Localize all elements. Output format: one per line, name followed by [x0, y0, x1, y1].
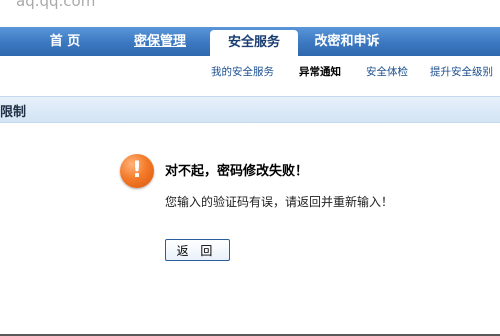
- main-nav: 首 页 密保管理 安全服务 改密和申诉: [0, 27, 500, 57]
- section-title: 限制: [0, 105, 27, 120]
- exclamation-mark: !: [131, 158, 143, 183]
- sub-link-raise-security-level[interactable]: 提升安全级别: [430, 64, 493, 79]
- back-button[interactable]: 返 回: [165, 239, 230, 261]
- error-detail: 您输入的验证码有误，请返回并重新输入！: [165, 195, 394, 209]
- exclamation-icon: !: [120, 154, 154, 188]
- error-title: 对不起，密码修改失败！: [165, 164, 309, 179]
- nav-tab-home[interactable]: 首 页: [40, 27, 90, 56]
- nav-tab-password-appeal[interactable]: 改密和申诉: [306, 27, 388, 56]
- sub-nav: 我的安全服务 异常通知 安全体检 提升安全级别: [0, 57, 500, 87]
- sub-link-security-checkup[interactable]: 安全体检: [366, 64, 408, 79]
- sub-link-abnormal-notice[interactable]: 异常通知: [299, 64, 341, 79]
- address-bar-fragment: aq.qq.com: [0, 0, 500, 26]
- section-header: 限制: [0, 96, 500, 123]
- nav-tab-security-management[interactable]: 密保管理: [124, 27, 196, 56]
- nav-tab-security-services[interactable]: 安全服务: [210, 30, 298, 57]
- domain-text: aq.qq.com: [16, 0, 96, 10]
- sub-link-my-security-services[interactable]: 我的安全服务: [211, 64, 274, 79]
